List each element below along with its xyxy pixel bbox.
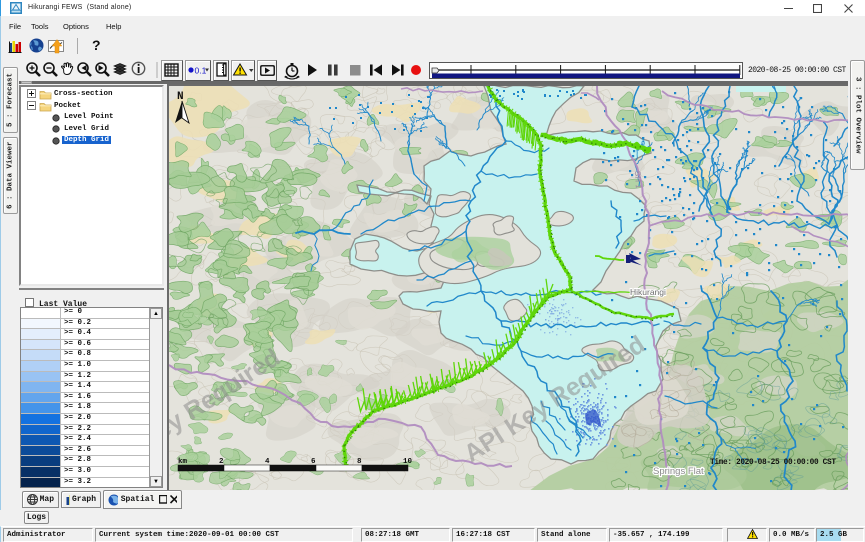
svg-text:Hikurangi: Hikurangi xyxy=(630,287,666,297)
svg-text:Time: 2020-08-25 00:00:00 CST: Time: 2020-08-25 00:00:00 CST xyxy=(710,459,836,467)
svg-text:2: 2 xyxy=(219,458,224,466)
svg-text:4: 4 xyxy=(265,458,270,466)
svg-text:0.1: 0.1 xyxy=(195,66,207,76)
svg-text:6: 6 xyxy=(311,458,316,466)
svg-text:Springs Flat: Springs Flat xyxy=(653,466,704,477)
svg-text:N: N xyxy=(177,91,184,103)
svg-text:8: 8 xyxy=(357,458,362,466)
svg-text:SH 1: SH 1 xyxy=(633,171,643,190)
svg-text:10: 10 xyxy=(403,458,413,466)
